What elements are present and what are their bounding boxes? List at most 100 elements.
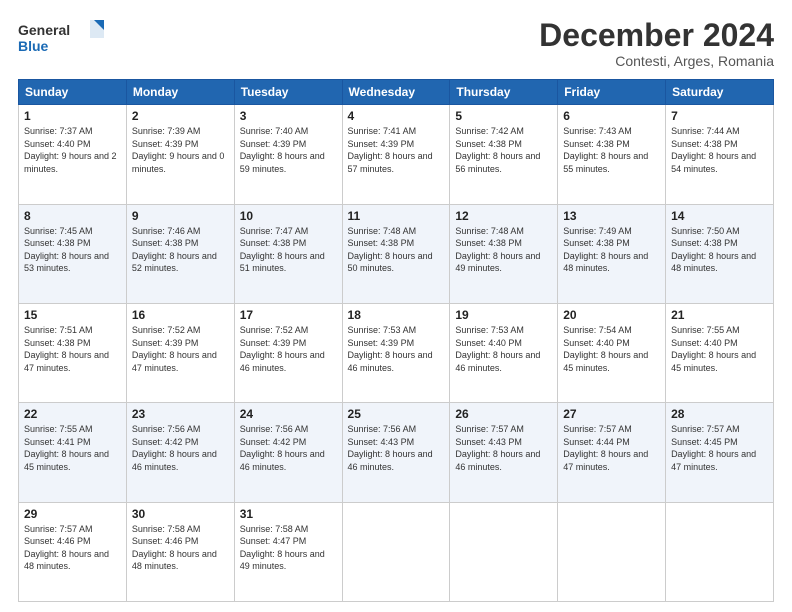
day-info: Sunrise: 7:52 AM Sunset: 4:39 PM Dayligh… xyxy=(240,324,337,374)
day-info: Sunrise: 7:57 AM Sunset: 4:45 PM Dayligh… xyxy=(671,423,768,473)
day-info: Sunrise: 7:56 AM Sunset: 4:42 PM Dayligh… xyxy=(240,423,337,473)
table-cell: 27 Sunrise: 7:57 AM Sunset: 4:44 PM Dayl… xyxy=(558,403,666,502)
day-info: Sunrise: 7:46 AM Sunset: 4:38 PM Dayligh… xyxy=(132,225,229,275)
logo: General Blue xyxy=(18,18,108,58)
day-number: 20 xyxy=(563,308,660,322)
sunrise-label: Sunrise: 7:58 AM xyxy=(240,524,309,534)
day-number: 19 xyxy=(455,308,552,322)
day-number: 26 xyxy=(455,407,552,421)
sunset-label: Sunset: 4:40 PM xyxy=(671,338,738,348)
sunset-label: Sunset: 4:39 PM xyxy=(240,338,307,348)
sunrise-label: Sunrise: 7:57 AM xyxy=(563,424,632,434)
day-info: Sunrise: 7:53 AM Sunset: 4:39 PM Dayligh… xyxy=(348,324,445,374)
header: General Blue December 2024 Contesti, Arg… xyxy=(18,18,774,69)
sunrise-label: Sunrise: 7:53 AM xyxy=(455,325,524,335)
sunset-label: Sunset: 4:39 PM xyxy=(132,338,199,348)
sunset-label: Sunset: 4:38 PM xyxy=(671,238,738,248)
daylight-label: Daylight: 8 hours and 48 minutes. xyxy=(132,549,217,572)
sunset-label: Sunset: 4:45 PM xyxy=(671,437,738,447)
sunset-label: Sunset: 4:41 PM xyxy=(24,437,91,447)
day-info: Sunrise: 7:55 AM Sunset: 4:41 PM Dayligh… xyxy=(24,423,121,473)
daylight-label: Daylight: 8 hours and 54 minutes. xyxy=(671,151,756,174)
daylight-label: Daylight: 8 hours and 51 minutes. xyxy=(240,251,325,274)
col-saturday: Saturday xyxy=(666,80,774,105)
table-cell: 21 Sunrise: 7:55 AM Sunset: 4:40 PM Dayl… xyxy=(666,303,774,402)
sunrise-label: Sunrise: 7:56 AM xyxy=(348,424,417,434)
sunrise-label: Sunrise: 7:55 AM xyxy=(671,325,740,335)
day-info: Sunrise: 7:50 AM Sunset: 4:38 PM Dayligh… xyxy=(671,225,768,275)
day-info: Sunrise: 7:57 AM Sunset: 4:44 PM Dayligh… xyxy=(563,423,660,473)
day-number: 1 xyxy=(24,109,121,123)
table-cell: 4 Sunrise: 7:41 AM Sunset: 4:39 PM Dayli… xyxy=(342,105,450,204)
sunset-label: Sunset: 4:38 PM xyxy=(455,139,522,149)
title-block: December 2024 Contesti, Arges, Romania xyxy=(539,18,774,69)
day-info: Sunrise: 7:49 AM Sunset: 4:38 PM Dayligh… xyxy=(563,225,660,275)
day-number: 12 xyxy=(455,209,552,223)
sunset-label: Sunset: 4:40 PM xyxy=(563,338,630,348)
table-cell: 23 Sunrise: 7:56 AM Sunset: 4:42 PM Dayl… xyxy=(126,403,234,502)
svg-text:General: General xyxy=(18,22,70,38)
table-cell: 11 Sunrise: 7:48 AM Sunset: 4:38 PM Dayl… xyxy=(342,204,450,303)
col-tuesday: Tuesday xyxy=(234,80,342,105)
day-info: Sunrise: 7:43 AM Sunset: 4:38 PM Dayligh… xyxy=(563,125,660,175)
daylight-label: Daylight: 8 hours and 46 minutes. xyxy=(240,350,325,373)
day-info: Sunrise: 7:48 AM Sunset: 4:38 PM Dayligh… xyxy=(348,225,445,275)
day-info: Sunrise: 7:45 AM Sunset: 4:38 PM Dayligh… xyxy=(24,225,121,275)
table-cell xyxy=(450,502,558,601)
sunset-label: Sunset: 4:42 PM xyxy=(240,437,307,447)
sunrise-label: Sunrise: 7:40 AM xyxy=(240,126,309,136)
day-info: Sunrise: 7:54 AM Sunset: 4:40 PM Dayligh… xyxy=(563,324,660,374)
day-info: Sunrise: 7:57 AM Sunset: 4:43 PM Dayligh… xyxy=(455,423,552,473)
day-number: 13 xyxy=(563,209,660,223)
sunrise-label: Sunrise: 7:47 AM xyxy=(240,226,309,236)
daylight-label: Daylight: 8 hours and 48 minutes. xyxy=(563,251,648,274)
daylight-label: Daylight: 8 hours and 45 minutes. xyxy=(563,350,648,373)
table-cell: 29 Sunrise: 7:57 AM Sunset: 4:46 PM Dayl… xyxy=(19,502,127,601)
table-cell xyxy=(342,502,450,601)
daylight-label: Daylight: 9 hours and 0 minutes. xyxy=(132,151,225,174)
table-cell: 15 Sunrise: 7:51 AM Sunset: 4:38 PM Dayl… xyxy=(19,303,127,402)
day-number: 29 xyxy=(24,507,121,521)
table-cell: 28 Sunrise: 7:57 AM Sunset: 4:45 PM Dayl… xyxy=(666,403,774,502)
day-info: Sunrise: 7:58 AM Sunset: 4:47 PM Dayligh… xyxy=(240,523,337,573)
day-info: Sunrise: 7:53 AM Sunset: 4:40 PM Dayligh… xyxy=(455,324,552,374)
daylight-label: Daylight: 8 hours and 45 minutes. xyxy=(24,449,109,472)
table-cell: 30 Sunrise: 7:58 AM Sunset: 4:46 PM Dayl… xyxy=(126,502,234,601)
day-info: Sunrise: 7:55 AM Sunset: 4:40 PM Dayligh… xyxy=(671,324,768,374)
daylight-label: Daylight: 8 hours and 47 minutes. xyxy=(24,350,109,373)
sunrise-label: Sunrise: 7:42 AM xyxy=(455,126,524,136)
daylight-label: Daylight: 8 hours and 45 minutes. xyxy=(671,350,756,373)
sunset-label: Sunset: 4:38 PM xyxy=(563,139,630,149)
sunrise-label: Sunrise: 7:45 AM xyxy=(24,226,93,236)
day-info: Sunrise: 7:48 AM Sunset: 4:38 PM Dayligh… xyxy=(455,225,552,275)
sunset-label: Sunset: 4:39 PM xyxy=(348,139,415,149)
sunrise-label: Sunrise: 7:44 AM xyxy=(671,126,740,136)
page: General Blue December 2024 Contesti, Arg… xyxy=(0,0,792,612)
daylight-label: Daylight: 8 hours and 46 minutes. xyxy=(240,449,325,472)
sunset-label: Sunset: 4:39 PM xyxy=(348,338,415,348)
sunset-label: Sunset: 4:47 PM xyxy=(240,536,307,546)
day-info: Sunrise: 7:44 AM Sunset: 4:38 PM Dayligh… xyxy=(671,125,768,175)
subtitle: Contesti, Arges, Romania xyxy=(539,53,774,69)
table-cell xyxy=(558,502,666,601)
daylight-label: Daylight: 8 hours and 46 minutes. xyxy=(348,449,433,472)
day-number: 28 xyxy=(671,407,768,421)
sunset-label: Sunset: 4:46 PM xyxy=(24,536,91,546)
table-cell: 8 Sunrise: 7:45 AM Sunset: 4:38 PM Dayli… xyxy=(19,204,127,303)
logo-svg: General Blue xyxy=(18,18,108,58)
table-cell: 3 Sunrise: 7:40 AM Sunset: 4:39 PM Dayli… xyxy=(234,105,342,204)
day-info: Sunrise: 7:57 AM Sunset: 4:46 PM Dayligh… xyxy=(24,523,121,573)
col-sunday: Sunday xyxy=(19,80,127,105)
sunrise-label: Sunrise: 7:49 AM xyxy=(563,226,632,236)
sunset-label: Sunset: 4:40 PM xyxy=(455,338,522,348)
table-cell: 12 Sunrise: 7:48 AM Sunset: 4:38 PM Dayl… xyxy=(450,204,558,303)
day-number: 22 xyxy=(24,407,121,421)
day-number: 7 xyxy=(671,109,768,123)
daylight-label: Daylight: 8 hours and 47 minutes. xyxy=(671,449,756,472)
daylight-label: Daylight: 8 hours and 50 minutes. xyxy=(348,251,433,274)
day-number: 4 xyxy=(348,109,445,123)
day-number: 10 xyxy=(240,209,337,223)
day-number: 8 xyxy=(24,209,121,223)
table-cell: 25 Sunrise: 7:56 AM Sunset: 4:43 PM Dayl… xyxy=(342,403,450,502)
sunset-label: Sunset: 4:39 PM xyxy=(132,139,199,149)
